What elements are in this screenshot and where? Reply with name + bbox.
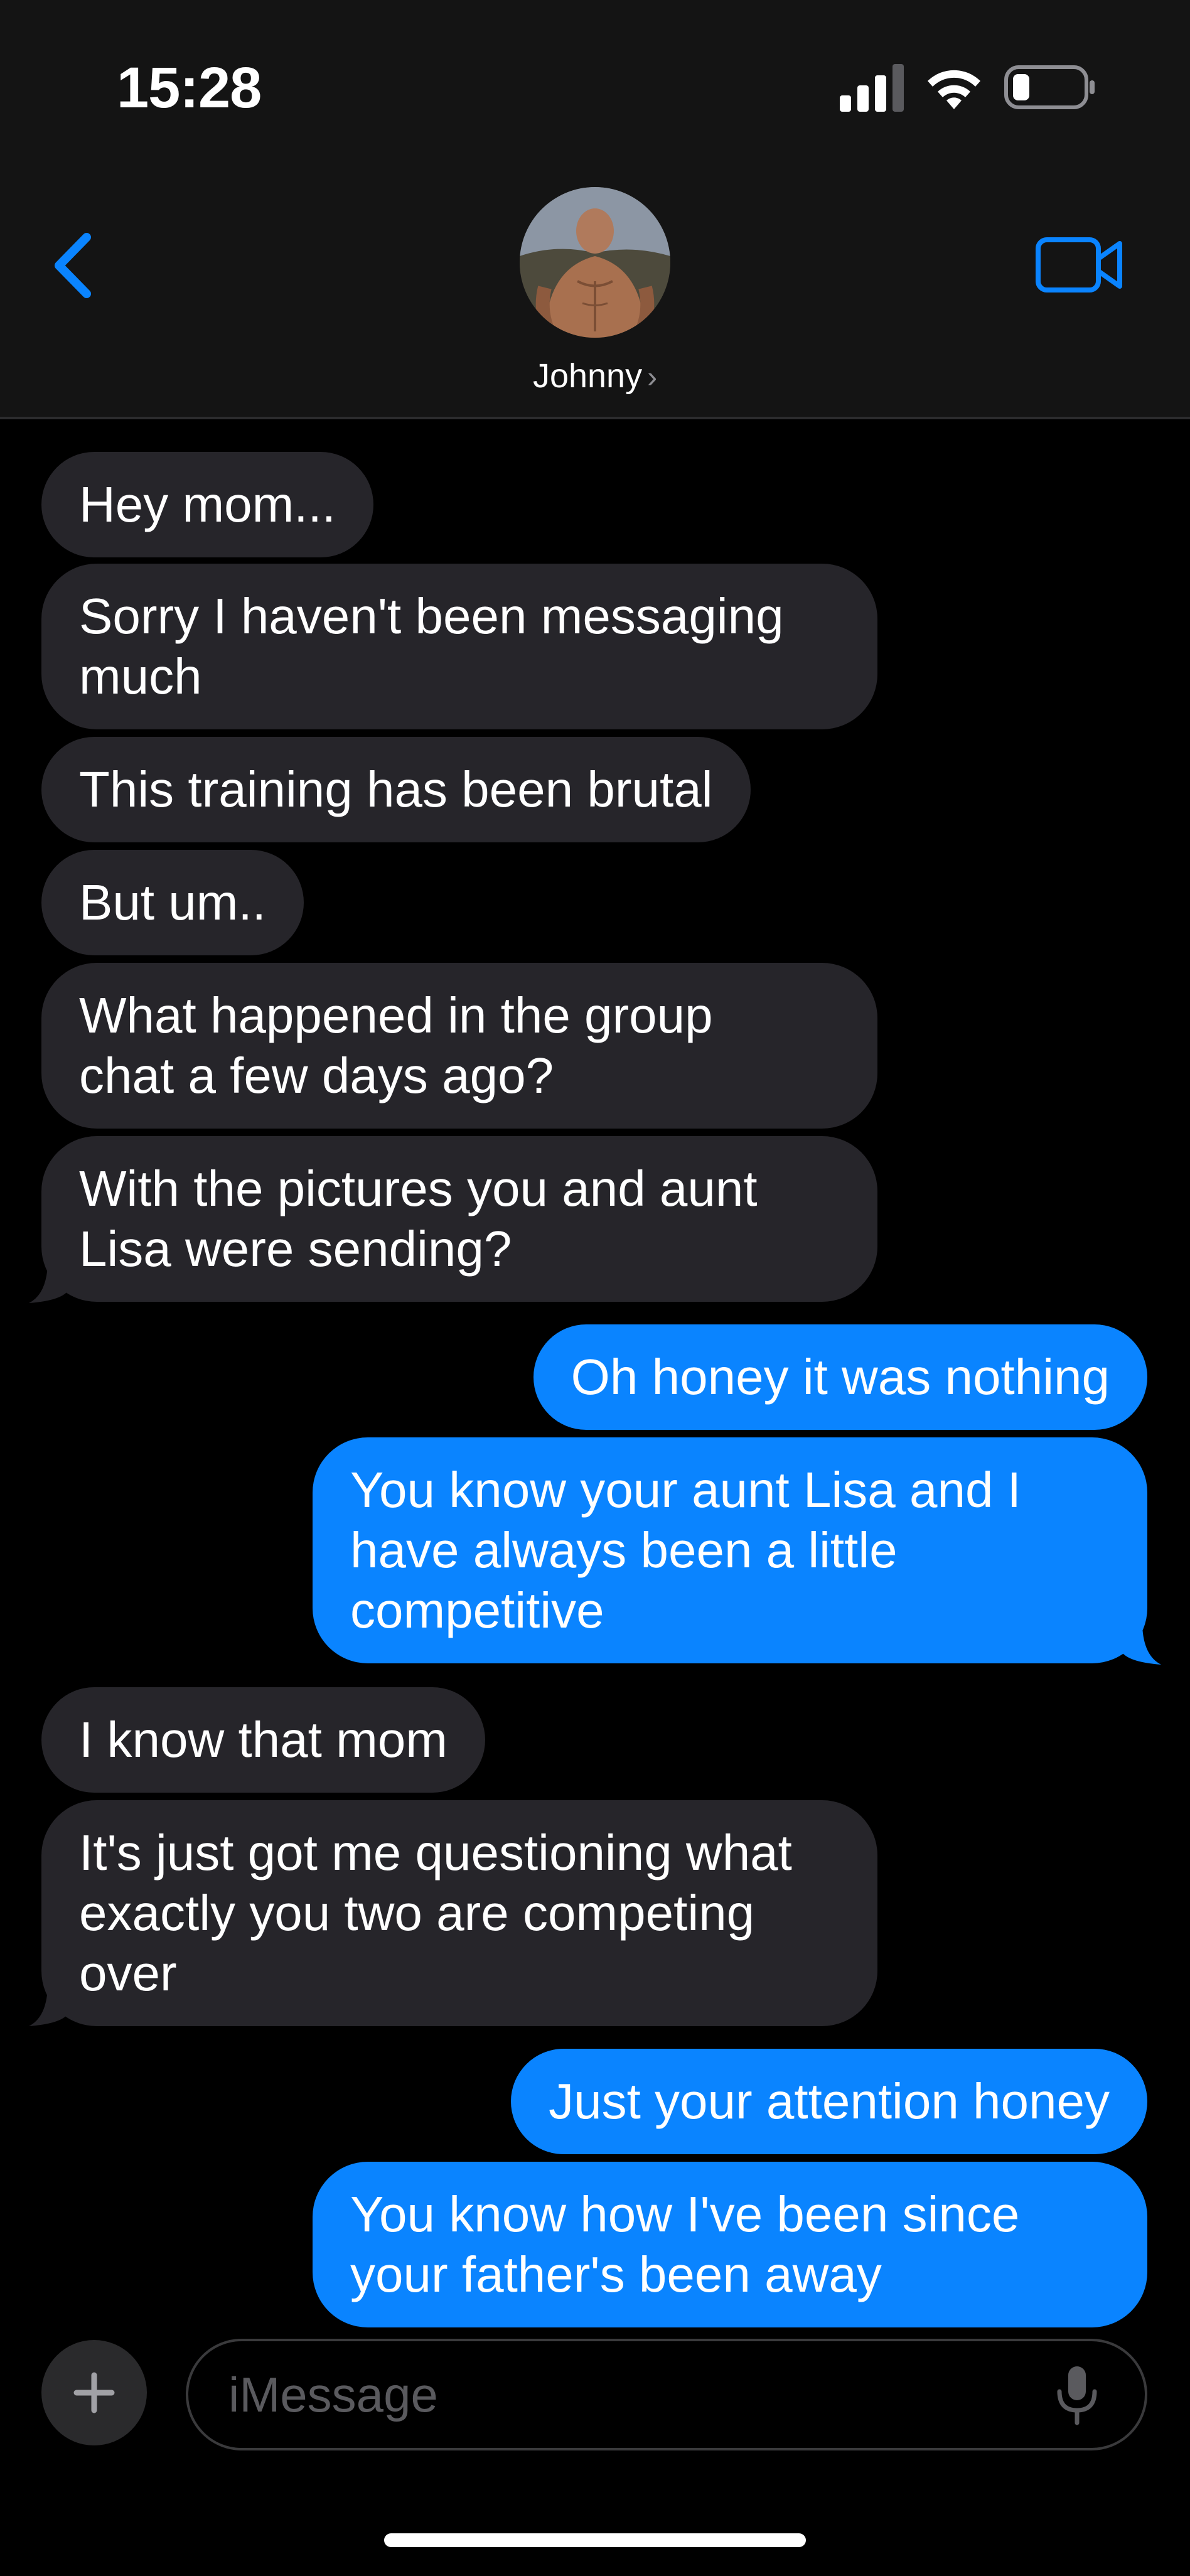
message-bubble-received[interactable]: Hey mom... — [41, 452, 373, 557]
bubble-tail — [1121, 1626, 1161, 1665]
contact-avatar[interactable] — [520, 187, 670, 338]
bubble-tail — [29, 1987, 69, 2026]
message-bubble-received[interactable]: But um.. — [41, 850, 304, 955]
message-bubble-sent[interactable]: You know your aunt Lisa and I have alway… — [313, 1437, 1147, 1663]
avatar-photo — [520, 187, 670, 338]
message-bubble-received[interactable]: What happened in the group chat a few da… — [41, 963, 877, 1129]
imessage-input[interactable]: iMessage — [186, 2339, 1147, 2450]
message-bubble-sent[interactable]: Just your attention honey — [511, 2049, 1147, 2154]
cellular-signal-icon — [840, 64, 904, 112]
contact-name-button[interactable]: Johnny › — [0, 357, 1190, 395]
status-time: 15:28 — [117, 56, 262, 120]
message-bubble-received[interactable]: Sorry I haven't been messaging much — [41, 564, 877, 729]
bubble-tail — [29, 1264, 69, 1303]
back-chevron-icon[interactable] — [50, 231, 95, 300]
wifi-icon — [928, 70, 980, 109]
plus-icon — [73, 2372, 115, 2413]
microphone-icon[interactable] — [1054, 2364, 1100, 2427]
message-bubble-received[interactable]: I know that mom — [41, 1687, 485, 1793]
battery-icon — [1004, 65, 1095, 109]
contact-name: Johnny — [532, 357, 643, 395]
message-bubble-sent[interactable]: Oh honey it was nothing — [533, 1324, 1147, 1430]
add-attachment-button[interactable] — [41, 2340, 147, 2445]
imessage-placeholder: iMessage — [228, 2367, 438, 2422]
video-camera-icon[interactable] — [1036, 236, 1123, 294]
conversation-header: 15:28 Johnny › — [0, 0, 1190, 419]
disclosure-chevron-icon: › — [647, 361, 658, 394]
home-indicator[interactable] — [384, 2533, 806, 2547]
message-bubble-received[interactable]: This training has been brutal — [41, 737, 751, 842]
message-bubble-received[interactable]: It's just got me questioning what exactl… — [41, 1800, 877, 2026]
message-bubble-sent[interactable]: You know how I've been since your father… — [313, 2162, 1147, 2327]
message-bubble-received[interactable]: With the pictures you and aunt Lisa were… — [41, 1136, 877, 1302]
